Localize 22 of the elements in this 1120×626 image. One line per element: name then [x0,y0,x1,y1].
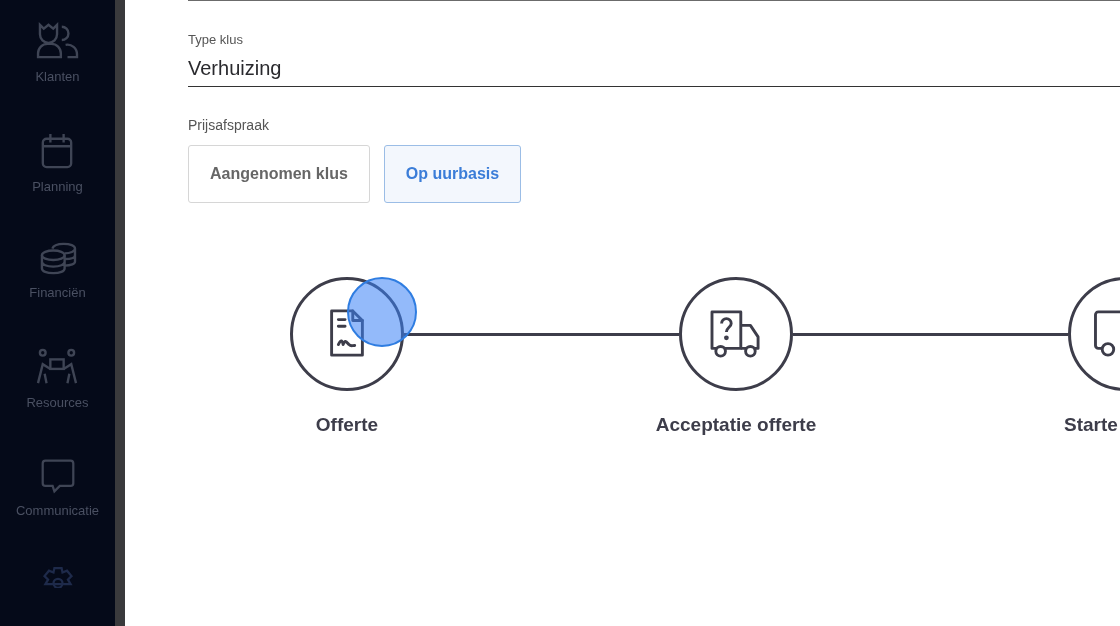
truck-icon [1092,310,1120,358]
nav-label[interactable]: Financiën [29,286,86,299]
people-icon[interactable] [34,22,81,60]
truck-with-question-mark-icon [709,310,763,358]
step-label: Offerte [315,415,379,434]
document-icon [327,309,367,359]
step-label: Acceptatie offerte [655,415,817,434]
field-label: Type klus [188,33,244,46]
input-field[interactable]: Verhuizing [188,46,1120,87]
field-label: Prijsafspraak [188,118,270,132]
calendar-icon[interactable] [40,132,75,170]
coins-icon[interactable] [38,242,77,276]
nav-label[interactable]: Klanten [35,70,80,83]
option-button[interactable]: Op uurbasis [383,145,522,203]
people-carrying-box-icon[interactable] [36,348,79,386]
speech-bubble-icon[interactable] [39,458,76,494]
step-label: Starte [1064,415,1118,434]
nav-label[interactable]: Planning [32,180,83,193]
nav-label[interactable]: Communicatie [15,504,100,517]
option-button[interactable]: Aangenomen klus [188,145,370,203]
nav-label[interactable]: Resources [26,396,89,409]
touch-indicator [347,277,417,347]
